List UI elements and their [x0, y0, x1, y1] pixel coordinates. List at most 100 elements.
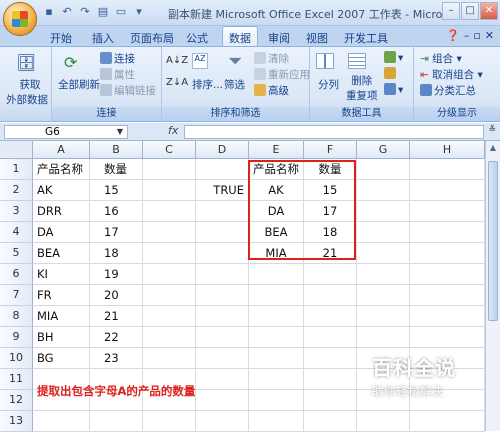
row-header-1[interactable]: 1 [0, 159, 33, 180]
cell-a8[interactable]: MIA [33, 306, 90, 327]
cell-d7[interactable] [196, 285, 249, 306]
subtotal-button[interactable]: 分类汇总 [420, 83, 476, 98]
expand-formula-bar-icon[interactable]: ≚ [488, 125, 496, 135]
cell-b8[interactable]: 21 [90, 306, 143, 327]
cell-h13[interactable] [410, 411, 485, 432]
ribbon-close-icon[interactable]: ✕ [485, 29, 494, 42]
cell-g13[interactable] [357, 411, 410, 432]
cell-d11[interactable] [196, 369, 249, 390]
group-button[interactable]: ⇥ 组合 ▾ [420, 51, 462, 66]
row-header-4[interactable]: 4 [0, 222, 33, 243]
cell-b9[interactable]: 22 [90, 327, 143, 348]
column-header-c[interactable]: C [143, 141, 196, 159]
row-header-3[interactable]: 3 [0, 201, 33, 222]
name-box-dropdown-icon[interactable]: ▼ [117, 126, 123, 138]
cell-d9[interactable] [196, 327, 249, 348]
select-all-corner[interactable] [0, 141, 33, 159]
cell-b13[interactable] [90, 411, 143, 432]
cell-e8[interactable] [249, 306, 304, 327]
cell-e7[interactable] [249, 285, 304, 306]
cell-d8[interactable] [196, 306, 249, 327]
undo-icon[interactable]: ↶ [60, 5, 74, 19]
cell-c7[interactable] [143, 285, 196, 306]
cell-a10[interactable]: BG [33, 348, 90, 369]
cell-c8[interactable] [143, 306, 196, 327]
cell-e6[interactable] [249, 264, 304, 285]
cell-c13[interactable] [143, 411, 196, 432]
row-header-6[interactable]: 6 [0, 264, 33, 285]
qat-customize-icon[interactable]: ▾ [132, 5, 146, 19]
cell-b1[interactable]: 数量 [90, 159, 143, 180]
row-header-2[interactable]: 2 [0, 180, 33, 201]
column-header-d[interactable]: D [196, 141, 249, 159]
cell-g5[interactable] [357, 243, 410, 264]
consolidate-icon[interactable] [384, 67, 398, 80]
tab-review[interactable]: 审阅 [268, 30, 290, 46]
cell-f12[interactable] [304, 390, 357, 411]
name-box[interactable]: G6 ▼ [4, 125, 128, 139]
help-icon[interactable]: ❓ [446, 29, 460, 42]
minimize-button[interactable]: – [442, 2, 460, 20]
column-header-e[interactable]: E [249, 141, 304, 159]
scroll-up-icon[interactable]: ▲ [486, 141, 500, 155]
column-header-f[interactable]: F [304, 141, 357, 159]
cell-d10[interactable] [196, 348, 249, 369]
cell-h4[interactable] [410, 222, 485, 243]
cell-e10[interactable] [249, 348, 304, 369]
cell-c5[interactable] [143, 243, 196, 264]
cell-e11[interactable] [249, 369, 304, 390]
cell-c6[interactable] [143, 264, 196, 285]
advanced-button[interactable]: 高级 [254, 83, 289, 98]
ungroup-button[interactable]: ⇤ 取消组合 ▾ [420, 67, 483, 82]
cell-c1[interactable] [143, 159, 196, 180]
get-external-data-button[interactable]: 获取 外部数据 [6, 77, 48, 107]
cell-c10[interactable] [143, 348, 196, 369]
cell-d1[interactable] [196, 159, 249, 180]
tab-view[interactable]: 视图 [306, 30, 328, 46]
cell-b4[interactable]: 17 [90, 222, 143, 243]
cell-f9[interactable] [304, 327, 357, 348]
cell-f11[interactable] [304, 369, 357, 390]
row-header-13[interactable]: 13 [0, 411, 33, 432]
tab-data[interactable]: 数据 [222, 26, 258, 46]
insert-function-icon[interactable]: fx [168, 124, 178, 137]
row-header-11[interactable]: 11 [0, 369, 33, 390]
cell-f13[interactable] [304, 411, 357, 432]
cell-h1[interactable] [410, 159, 485, 180]
cell-h5[interactable] [410, 243, 485, 264]
cell-b2[interactable]: 15 [90, 180, 143, 201]
cell-b3[interactable]: 16 [90, 201, 143, 222]
cell-c3[interactable] [143, 201, 196, 222]
cell-f8[interactable] [304, 306, 357, 327]
row-header-7[interactable]: 7 [0, 285, 33, 306]
refresh-all-button[interactable]: 全部刷新 [58, 77, 100, 92]
cell-a6[interactable]: KI [33, 264, 90, 285]
cell-d5[interactable] [196, 243, 249, 264]
properties-button[interactable]: 属性 [100, 67, 135, 82]
cell-a5[interactable]: BEA [33, 243, 90, 264]
connections-button[interactable]: 连接 [100, 51, 135, 66]
cell-b7[interactable]: 20 [90, 285, 143, 306]
cell-h7[interactable] [410, 285, 485, 306]
text-to-columns-button[interactable]: 分列 [318, 77, 339, 92]
cell-d3[interactable] [196, 201, 249, 222]
column-header-g[interactable]: G [357, 141, 410, 159]
cell-e9[interactable] [249, 327, 304, 348]
cell-c2[interactable] [143, 180, 196, 201]
open-icon[interactable]: ▭ [114, 5, 128, 19]
row-header-5[interactable]: 5 [0, 243, 33, 264]
cell-a13[interactable] [33, 411, 90, 432]
tab-formulas[interactable]: 公式 [186, 30, 208, 46]
cell-c4[interactable] [143, 222, 196, 243]
remove-duplicates-button[interactable]: 删除 重复项 [346, 73, 378, 103]
office-button[interactable] [3, 2, 37, 36]
cell-g8[interactable] [357, 306, 410, 327]
reapply-button[interactable]: 重新应用 [254, 67, 310, 82]
cell-b6[interactable]: 19 [90, 264, 143, 285]
vertical-scrollbar[interactable]: ▲ [485, 141, 500, 431]
print-preview-icon[interactable]: ▤ [96, 5, 110, 19]
cell-d6[interactable] [196, 264, 249, 285]
scroll-thumb[interactable] [488, 161, 498, 321]
what-if-icon[interactable]: ▾ [384, 83, 403, 96]
cell-g6[interactable] [357, 264, 410, 285]
